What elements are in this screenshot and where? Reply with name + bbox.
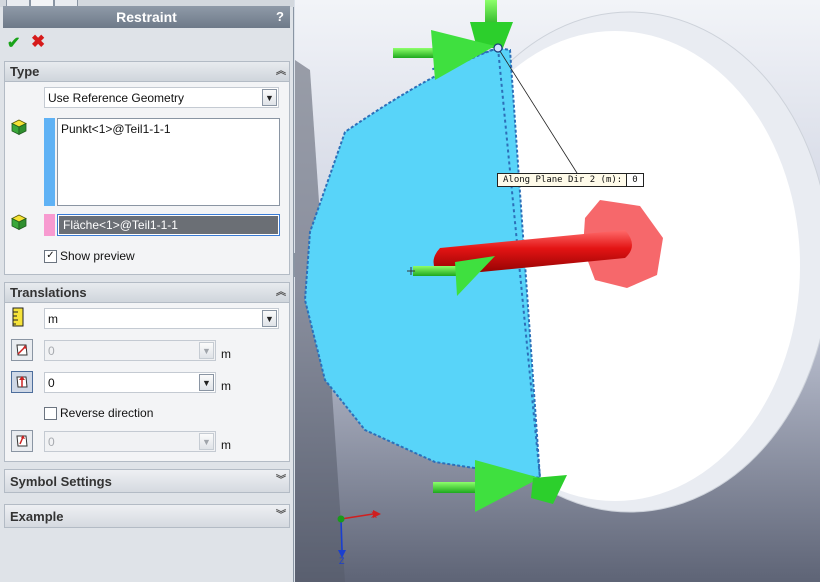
checkbox-unchecked-icon[interactable]: [44, 406, 57, 420]
checkbox-checked-icon[interactable]: ✓: [44, 249, 57, 263]
type-group: Type ︽ Use Reference Geometry ▼ Punkt<1>…: [4, 61, 290, 275]
show-preview-checkbox[interactable]: ✓ Show preview: [44, 249, 135, 263]
entities-listbox[interactable]: Punkt<1>@Teil1-1-1: [57, 118, 280, 206]
unit-ruler-icon: [12, 307, 24, 327]
panel-title-bar: Restraint ?: [3, 6, 290, 28]
unit-select[interactable]: m ▼: [44, 308, 279, 329]
graphics-viewport[interactable]: X Z: [295, 0, 820, 582]
callout-value-input[interactable]: 0: [626, 174, 643, 186]
unit-select-value: m: [48, 311, 58, 326]
chevron-down-icon[interactable]: ▼: [262, 89, 277, 106]
svg-text:Z: Z: [339, 556, 345, 566]
svg-text:X: X: [371, 510, 377, 520]
normal-direction-toggle-button[interactable]: [11, 430, 33, 452]
example-title: Example: [10, 508, 64, 524]
direction-1-toggle-button[interactable]: [11, 339, 33, 361]
expand-down-icon[interactable]: ︾: [276, 476, 286, 486]
chevron-down-icon[interactable]: ▼: [199, 374, 214, 391]
reference-list-item[interactable]: Fläche<1>@Teil1-1-1: [59, 216, 278, 234]
direction-1-value: 0: [48, 343, 55, 358]
normal-direction-value: 0: [48, 434, 55, 449]
reverse-direction-label: Reverse direction: [60, 406, 154, 420]
direction-1-unit: m: [221, 347, 231, 361]
example-group[interactable]: Example ︾: [4, 504, 290, 528]
direction-2-toggle-button[interactable]: [11, 371, 33, 393]
translations-group-title: Translations: [10, 285, 87, 300]
collapse-up-icon[interactable]: ︽: [276, 66, 286, 77]
cube-reference-icon: [11, 214, 27, 231]
chevron-down-icon[interactable]: ▼: [199, 342, 214, 359]
direction-1-icon: [16, 344, 28, 356]
direction-2-unit: m: [221, 379, 231, 393]
cancel-button[interactable]: ✖: [31, 32, 45, 52]
property-manager-panel: Restraint ? ✔ ✖ Type ︽ Use Reference Geo…: [0, 0, 294, 582]
normal-direction-input[interactable]: 0 ▼: [44, 431, 216, 452]
type-group-title: Type: [10, 64, 40, 79]
reference-listbox[interactable]: Fläche<1>@Teil1-1-1: [57, 214, 280, 236]
x-icon: ✖: [31, 32, 46, 51]
chevron-down-icon[interactable]: ▼: [199, 433, 214, 450]
model-view[interactable]: X Z: [295, 0, 820, 582]
translations-group-header[interactable]: Translations ︽: [5, 283, 289, 303]
show-preview-label: Show preview: [60, 249, 135, 263]
example-header[interactable]: Example ︾: [5, 505, 289, 527]
restraint-type-value: Use Reference Geometry: [48, 90, 185, 105]
symbol-settings-header[interactable]: Symbol Settings ︾: [5, 470, 289, 492]
entity-color-swatch: [44, 118, 55, 206]
cube-entity-icon: [11, 119, 27, 136]
reverse-direction-checkbox[interactable]: Reverse direction: [44, 406, 153, 420]
reference-color-swatch: [44, 214, 55, 236]
normal-direction-icon: [16, 435, 28, 447]
callout-label: Along Plane Dir 2 (m):: [503, 175, 623, 185]
type-group-header[interactable]: Type ︽: [5, 62, 289, 82]
symbol-settings-group[interactable]: Symbol Settings ︾: [4, 469, 290, 493]
dimension-callout[interactable]: Along Plane Dir 2 (m): 0: [497, 173, 644, 187]
restraint-type-select[interactable]: Use Reference Geometry ▼: [44, 87, 279, 108]
chevron-down-icon[interactable]: ▼: [262, 310, 277, 327]
direction-2-icon: [16, 376, 28, 388]
direction-2-value: 0: [48, 375, 55, 390]
collapse-up-icon[interactable]: ︽: [276, 287, 286, 298]
ok-button[interactable]: ✔: [7, 33, 20, 53]
selected-point[interactable]: [493, 43, 503, 53]
direction-2-input[interactable]: 0 ▼: [44, 372, 216, 393]
help-button[interactable]: ?: [276, 9, 284, 24]
entity-list-item[interactable]: Punkt<1>@Teil1-1-1: [61, 122, 276, 136]
checkmark-icon: ✔: [7, 35, 21, 52]
panel-title: Restraint: [116, 9, 177, 25]
normal-direction-unit: m: [221, 438, 231, 452]
direction-1-input[interactable]: 0 ▼: [44, 340, 216, 361]
expand-down-icon[interactable]: ︾: [276, 511, 286, 521]
translations-group: Translations ︽ m ▼ 0 ▼ m 0 ▼ m Reverse d…: [4, 282, 290, 462]
symbol-settings-title: Symbol Settings: [10, 473, 112, 489]
